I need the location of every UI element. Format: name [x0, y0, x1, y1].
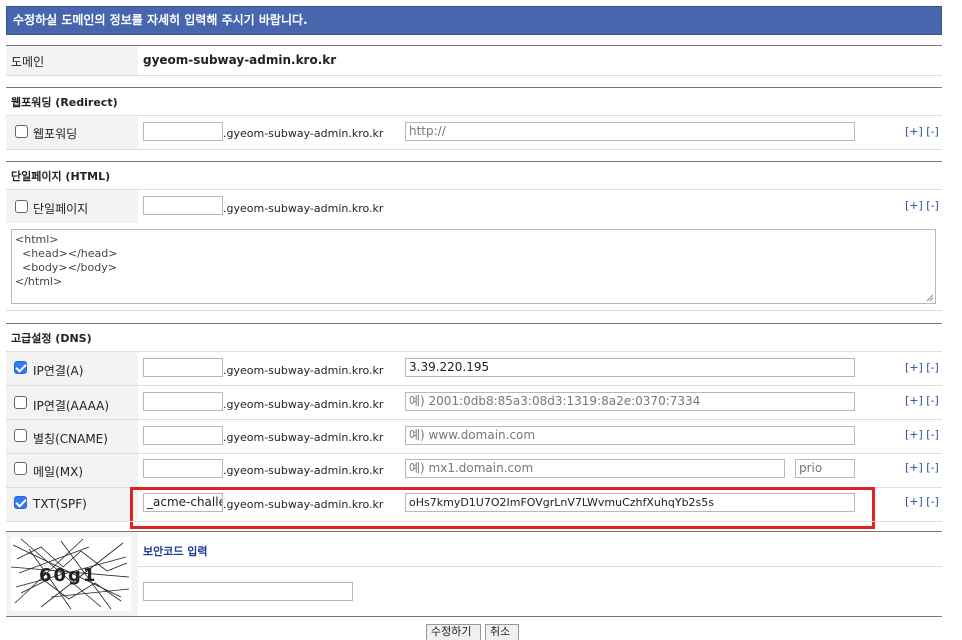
dns-section-title: 고급설정 (DNS) — [11, 332, 92, 345]
html-label: 단일페이지 — [33, 202, 89, 216]
captcha-text: 60g1 — [39, 565, 97, 586]
divider — [6, 521, 942, 522]
resize-grip-icon[interactable] — [926, 294, 934, 302]
aaaa-record-host-input[interactable] — [143, 392, 223, 411]
aaaa-record-checkbox[interactable] — [14, 396, 27, 409]
divider — [6, 310, 942, 311]
add-remove-controls[interactable]: [+] [-] — [905, 394, 939, 407]
divider — [6, 385, 942, 386]
a-record-host-input[interactable] — [143, 358, 223, 377]
domain-value: gyeom-subway-admin.kro.kr — [143, 53, 337, 67]
add-remove-controls[interactable]: [+] [-] — [905, 495, 939, 508]
mx-priority-input[interactable]: prio — [795, 459, 855, 478]
aaaa-record-value-input[interactable]: 예) 2001:0db8:85a3:08d3:1319:8a2e:0370:73… — [405, 392, 855, 411]
cname-record-label: 별칭(CNAME) — [33, 432, 108, 446]
highlight-box — [130, 487, 875, 529]
divider — [6, 323, 942, 324]
add-remove-controls[interactable]: [+] [-] — [905, 125, 939, 138]
redirect-checkbox[interactable] — [15, 125, 28, 138]
aaaa-record-label: IP연결(AAAA) — [33, 399, 110, 413]
cname-record-value-input[interactable]: 예) www.domain.com — [405, 426, 855, 445]
divider — [6, 351, 942, 352]
divider — [6, 75, 942, 76]
redirect-url-input[interactable]: http:// — [405, 122, 855, 141]
redirect-host-input[interactable] — [143, 122, 223, 141]
domain-suffix: .gyeom-subway-admin.kro.kr — [223, 398, 384, 411]
divider — [6, 149, 942, 150]
page-banner: 수정하실 도메인의 정보를 자세히 입력해 주시기 바랍니다. — [6, 6, 942, 35]
mx-record-value-input[interactable]: 예) mx1.domain.com — [405, 459, 785, 478]
domain-suffix: .gyeom-subway-admin.kro.kr — [223, 364, 384, 377]
cancel-button[interactable]: 취소 — [485, 624, 519, 640]
redirect-section-title: 웹포워딩 (Redirect) — [11, 96, 118, 109]
mx-record-host-input[interactable] — [143, 459, 223, 478]
submit-button[interactable]: 수정하기 — [426, 624, 481, 640]
html-section-title: 단일페이지 (HTML) — [11, 170, 111, 183]
html-content-text: <html> <head></head> <body></body> </htm… — [15, 233, 118, 288]
add-remove-controls[interactable]: [+] [-] — [905, 461, 939, 474]
mx-record-checkbox[interactable] — [14, 462, 27, 475]
divider — [6, 189, 942, 190]
divider — [6, 87, 942, 88]
divider — [6, 161, 942, 162]
cname-record-host-input[interactable] — [143, 426, 223, 445]
divider — [6, 453, 942, 454]
add-remove-controls[interactable]: [+] [-] — [905, 428, 939, 441]
divider — [138, 566, 942, 567]
html-host-input[interactable] — [143, 196, 223, 215]
html-checkbox[interactable] — [15, 200, 28, 213]
divider — [6, 531, 942, 532]
html-content-textarea[interactable]: <html> <head></head> <body></body> </htm… — [11, 229, 936, 304]
add-remove-controls[interactable]: [+] [-] — [905, 361, 939, 374]
add-remove-controls[interactable]: [+] [-] — [905, 199, 939, 212]
mx-record-label: 메일(MX) — [33, 465, 84, 479]
domain-suffix: .gyeom-subway-admin.kro.kr — [223, 464, 384, 477]
redirect-label: 웹포워딩 — [33, 127, 78, 141]
divider — [6, 115, 942, 116]
domain-label: 도메인 — [11, 55, 45, 69]
a-record-checkbox[interactable] — [14, 361, 27, 374]
divider — [6, 419, 942, 420]
domain-suffix: .gyeom-subway-admin.kro.kr — [223, 127, 384, 140]
a-record-value-input[interactable]: 3.39.220.195 — [405, 358, 855, 377]
security-code-input[interactable] — [143, 582, 353, 601]
domain-suffix: .gyeom-subway-admin.kro.kr — [223, 431, 384, 444]
domain-suffix: .gyeom-subway-admin.kro.kr — [223, 202, 384, 215]
cname-record-checkbox[interactable] — [14, 429, 27, 442]
divider — [6, 616, 942, 617]
txt-record-label: TXT(SPF) — [33, 497, 87, 511]
captcha-image: 60g1 — [10, 537, 131, 611]
a-record-label: IP연결(A) — [33, 364, 84, 378]
divider — [6, 45, 942, 46]
security-code-label: 보안코드 입력 — [143, 545, 208, 558]
txt-record-checkbox[interactable] — [14, 496, 27, 509]
